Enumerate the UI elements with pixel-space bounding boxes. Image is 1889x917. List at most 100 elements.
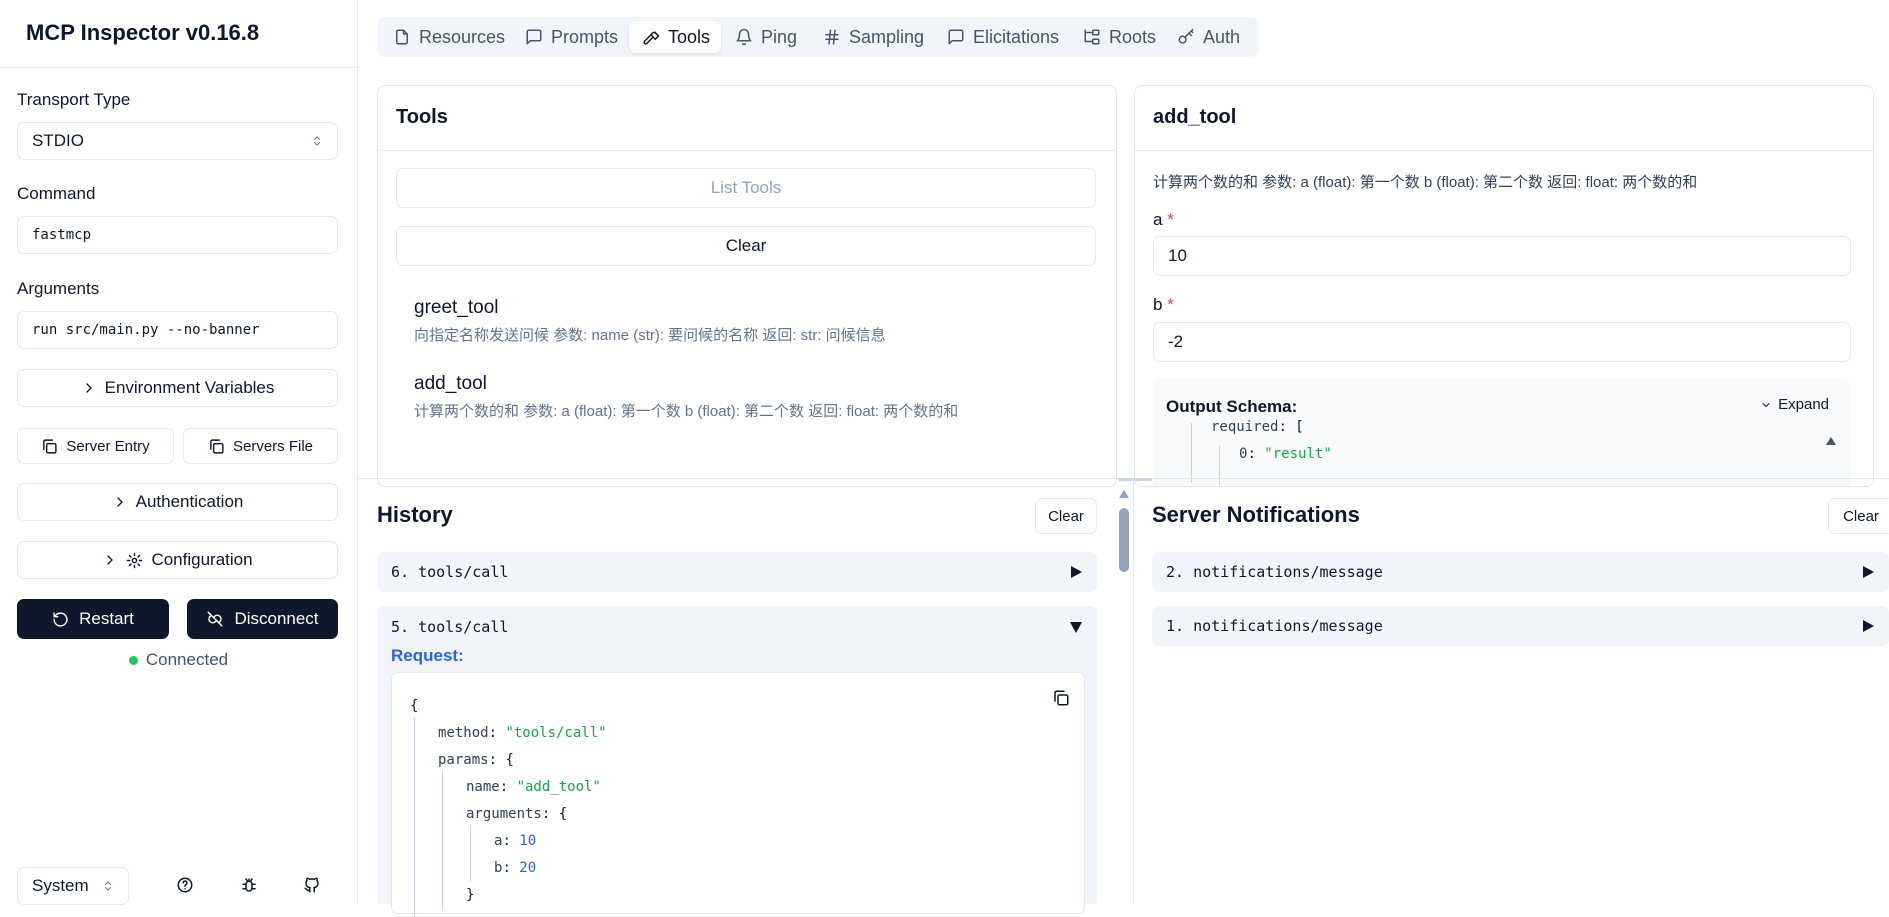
env-vars-label: Environment Variables — [104, 378, 275, 397]
transport-type-value: STDIO — [32, 131, 84, 150]
rotate-ccw-icon — [53, 611, 68, 627]
param-a-input[interactable]: 10 — [1153, 236, 1851, 276]
required-mark: * — [1167, 210, 1174, 229]
file-icon — [396, 29, 408, 45]
tool-description: 计算两个数的和 参数: a (float): 第一个数 b (float): 第… — [414, 403, 959, 420]
server-entry-button[interactable]: Server Entry — [17, 428, 174, 464]
tab-ping[interactable]: Ping — [735, 21, 815, 53]
configuration-label: Configuration — [151, 550, 253, 569]
schema-key: required — [1211, 419, 1279, 435]
json-line: } — [410, 882, 607, 909]
unplug-icon — [207, 611, 223, 627]
json-brace: { — [410, 698, 419, 714]
tree-guide — [1219, 445, 1220, 485]
copy-icon — [43, 438, 57, 454]
disconnect-label: Disconnect — [234, 609, 319, 628]
json-line: name: "add_tool" — [466, 779, 601, 795]
servers-file-button[interactable]: Servers File — [183, 428, 338, 464]
theme-value: System — [32, 876, 89, 895]
vertical-divider — [1133, 479, 1134, 904]
request-json-box: { method: "tools/call" params: { name: "… — [391, 672, 1085, 917]
history-item-label[interactable]: 5. tools/call — [391, 618, 508, 636]
json-line: a: 10 — [494, 833, 537, 849]
resize-handle[interactable] — [1118, 478, 1152, 481]
scroll-up-icon[interactable] — [1118, 489, 1130, 499]
json-line: arguments: { — [466, 806, 568, 822]
notifications-title: Server Notifications — [1152, 502, 1360, 527]
schema-line-item: 0: "result" — [1239, 446, 1332, 462]
json-brace: } — [466, 887, 475, 903]
command-label: Command — [17, 184, 96, 203]
notification-item[interactable]: 2. notifications/message — [1152, 552, 1889, 592]
connection-status: Connected — [0, 650, 357, 670]
expand-triangle-icon — [1863, 566, 1874, 578]
json-key: method — [438, 725, 489, 741]
github-icon[interactable] — [303, 876, 321, 894]
tool-detail-description: 计算两个数的和 参数: a (float): 第一个数 b (float): 第… — [1153, 174, 1698, 191]
restart-button[interactable]: Restart — [17, 599, 169, 639]
app-title: MCP Inspector v0.16.8 — [26, 20, 260, 45]
tool-name: greet_tool — [414, 297, 499, 318]
clear-history-button[interactable]: Clear — [1035, 498, 1097, 534]
schema-value: "result" — [1264, 446, 1332, 462]
list-tools-button[interactable]: List Tools — [396, 168, 1096, 208]
bug-icon[interactable] — [240, 876, 258, 894]
tool-name: add_tool — [414, 373, 487, 394]
clear-notifications-button[interactable]: Clear — [1828, 498, 1889, 534]
scroll-up-icon[interactable] — [1825, 436, 1837, 446]
arguments-label: Arguments — [17, 279, 100, 298]
status-text: Connected — [145, 650, 229, 669]
notification-item[interactable]: 1. notifications/message — [1152, 606, 1889, 646]
json-line: { — [410, 693, 607, 720]
tab-prompts[interactable]: Prompts — [525, 21, 625, 53]
copy-icon[interactable] — [1052, 689, 1070, 707]
arguments-input[interactable]: run src/main.py --no-banner — [17, 311, 338, 349]
environment-variables-button[interactable]: Environment Variables — [17, 369, 338, 407]
json-line: method: "tools/call" — [438, 725, 607, 741]
transport-type-select[interactable]: STDIO — [17, 122, 338, 160]
expand-triangle-icon — [1863, 620, 1874, 632]
json-string: "tools/call" — [505, 725, 607, 741]
request-label: Request: — [391, 646, 464, 665]
history-scrollbar-thumb[interactable] — [1119, 508, 1129, 572]
tab-elicitations[interactable]: Elicitations — [947, 21, 1087, 53]
tab-tools[interactable]: Tools — [629, 21, 721, 53]
schema-bracket: [ — [1295, 419, 1304, 435]
tab-roots[interactable]: Roots — [1083, 21, 1163, 53]
tab-auth[interactable]: Auth — [1177, 21, 1257, 53]
tool-detail-panel: add_tool 计算两个数的和 参数: a (float): 第一个数 b (… — [1134, 85, 1874, 487]
param-b-input[interactable]: -2 — [1153, 322, 1851, 362]
sidebar: MCP Inspector v0.16.8 Transport Type STD… — [0, 0, 358, 905]
server-entry-label: Server Entry — [66, 437, 150, 455]
tab-resources[interactable]: Resources — [393, 21, 505, 53]
tool-detail-title: add_tool — [1153, 106, 1237, 128]
tool-detail-header: add_tool — [1135, 86, 1873, 151]
authentication-button[interactable]: Authentication — [17, 483, 338, 521]
message-icon — [526, 29, 542, 45]
history-item-label: 6. tools/call — [391, 563, 509, 581]
history-title: History — [377, 502, 453, 527]
tab-sampling[interactable]: Sampling — [823, 21, 933, 53]
tab-roots-label: Roots — [1109, 26, 1157, 47]
param-a-label: a * — [1153, 210, 1174, 230]
history-item[interactable]: 6. tools/call — [377, 552, 1097, 592]
tab-tools-label: Tools — [668, 26, 711, 47]
restart-label: Restart — [79, 609, 134, 628]
copy-icon — [210, 438, 224, 454]
param-a-name: a — [1153, 210, 1163, 229]
json-number: 20 — [519, 860, 537, 876]
command-input[interactable]: fastmcp — [17, 216, 338, 254]
tools-panel-header: Tools — [378, 86, 1116, 151]
collapse-triangle-icon[interactable] — [1069, 620, 1083, 634]
expand-schema-button[interactable]: Expand — [1760, 396, 1829, 413]
chevron-right-icon — [116, 497, 123, 507]
configuration-button[interactable]: Configuration — [17, 541, 338, 579]
clear-tools-button[interactable]: Clear — [396, 226, 1096, 266]
history-item-expanded: 5. tools/call Request: { method: "tools/… — [377, 606, 1097, 917]
param-b-label: b * — [1153, 295, 1174, 315]
disconnect-button[interactable]: Disconnect — [187, 599, 338, 639]
expand-triangle-icon — [1071, 566, 1082, 578]
theme-select[interactable]: System — [17, 867, 129, 905]
help-circle-icon[interactable] — [176, 876, 194, 894]
tab-ping-label: Ping — [761, 26, 798, 47]
